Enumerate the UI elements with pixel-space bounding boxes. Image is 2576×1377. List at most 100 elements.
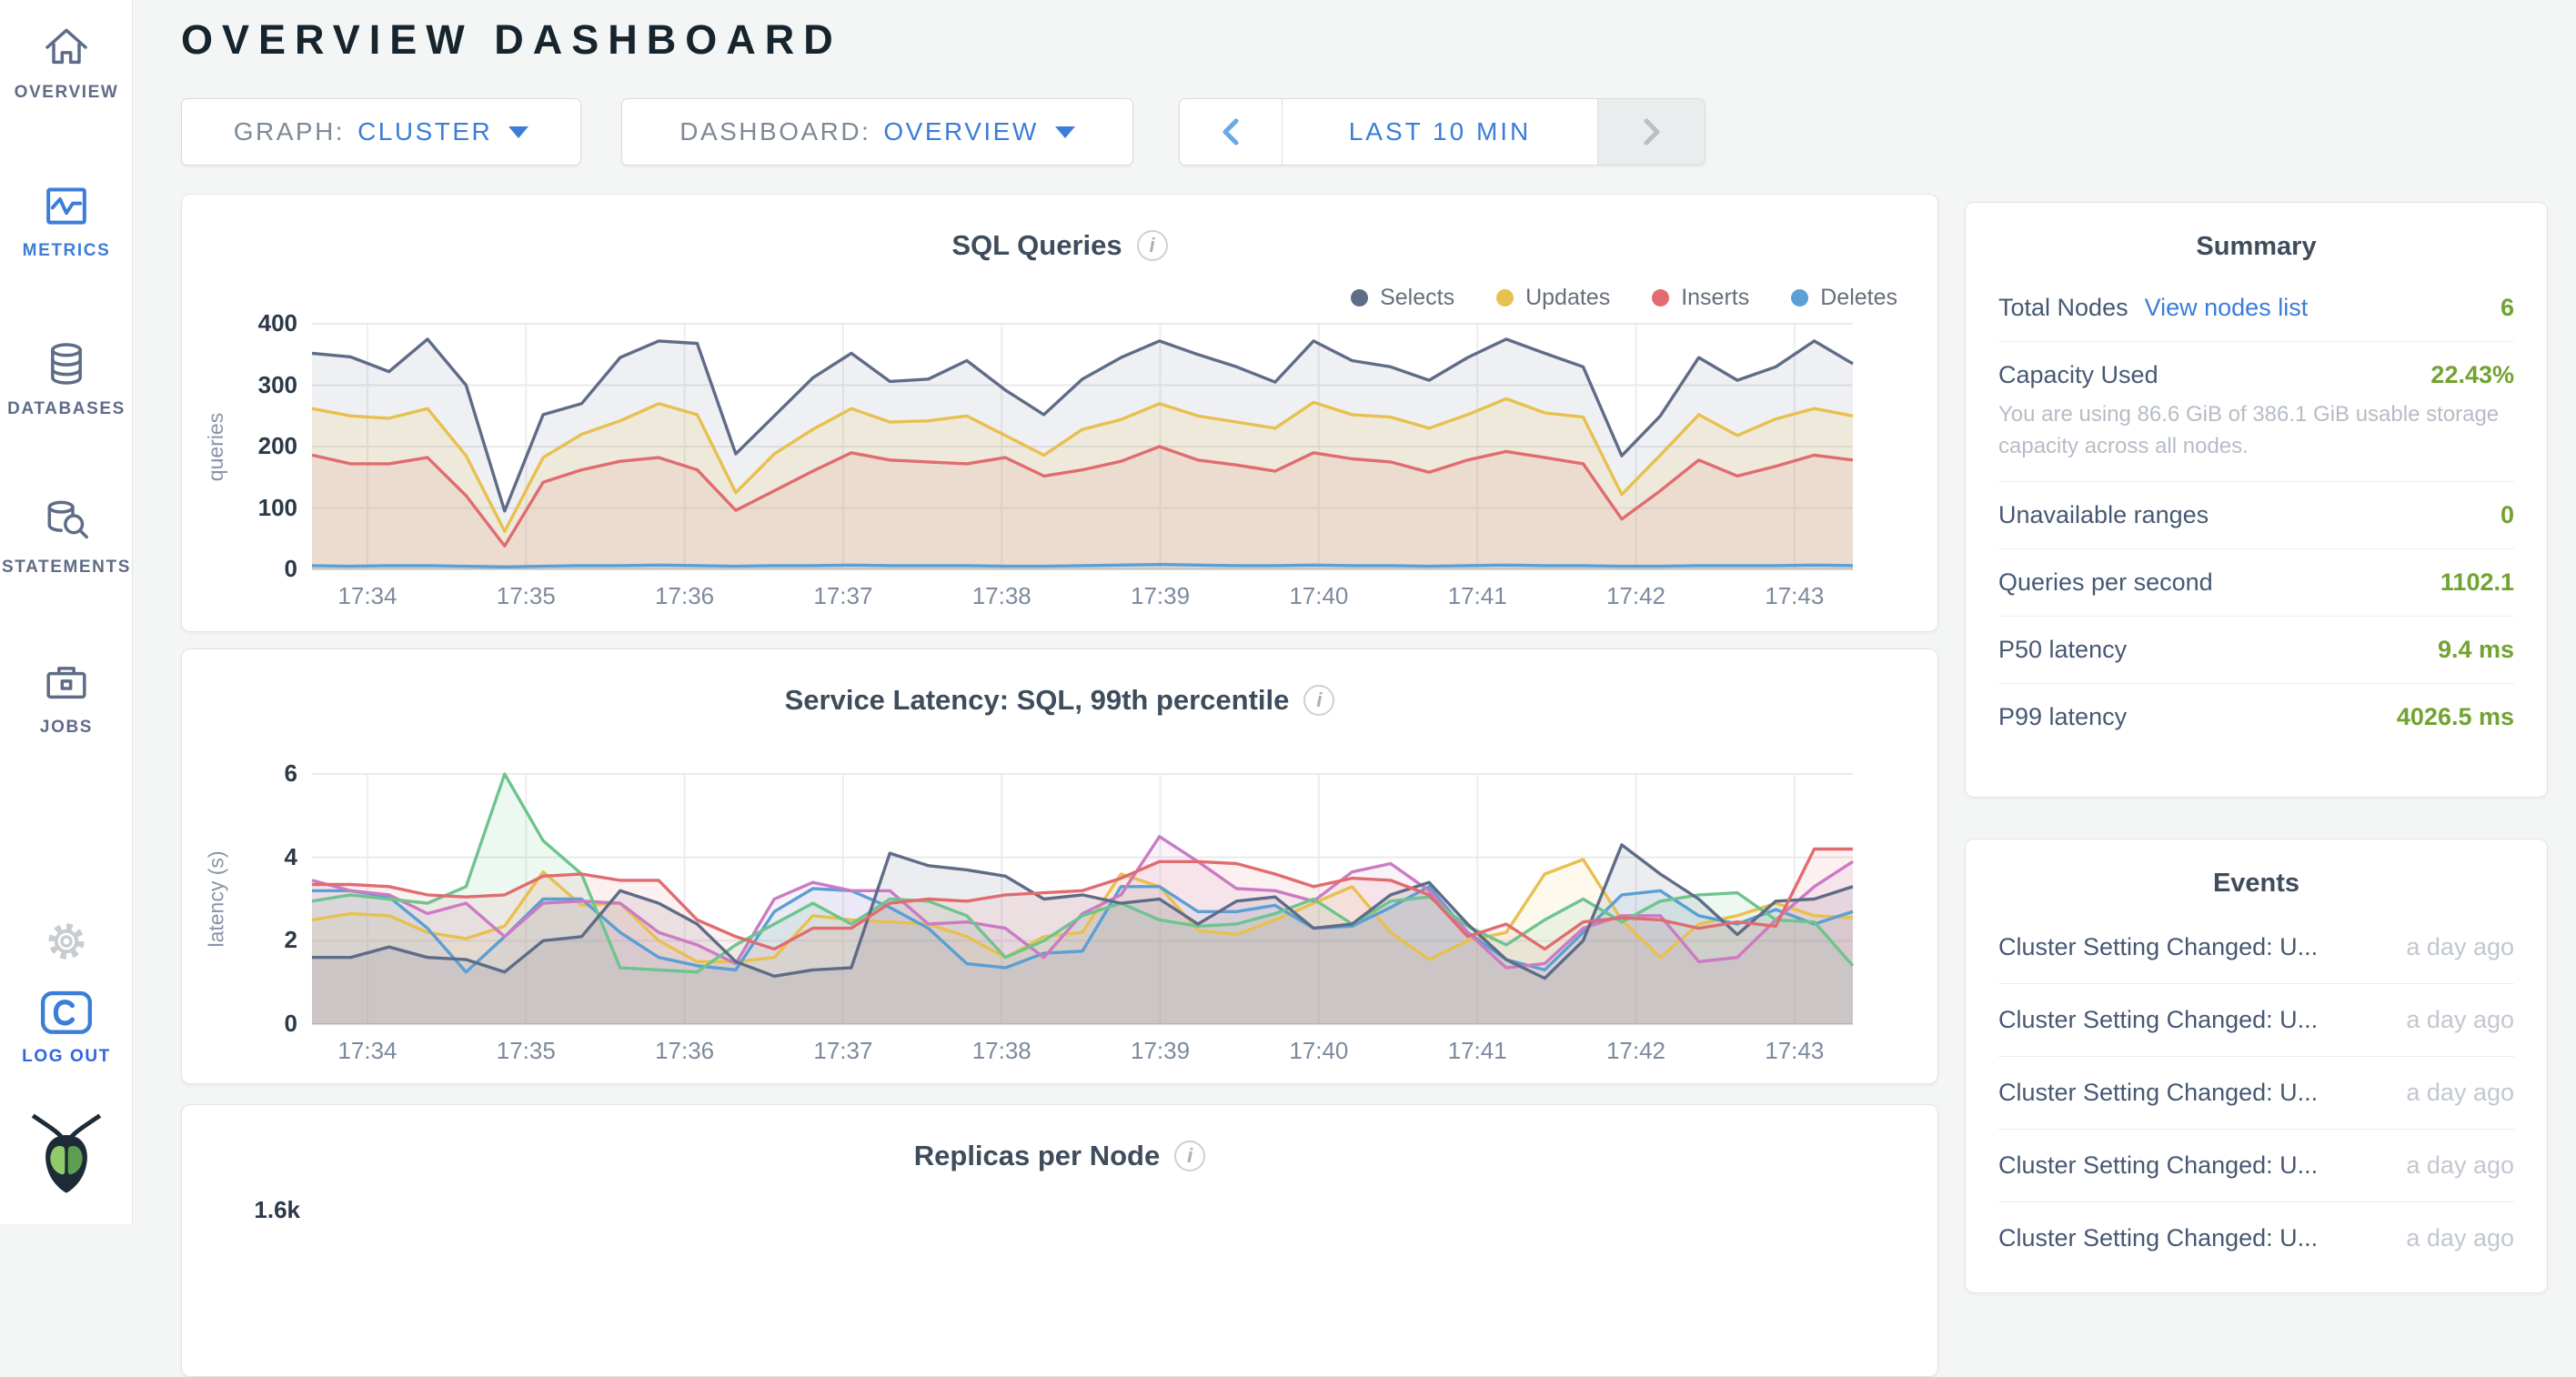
y-axis-label: 100 xyxy=(197,494,297,522)
sidebar-item-jobs[interactable]: JOBS xyxy=(0,657,133,738)
sidebar-logout[interactable]: LOG OUT xyxy=(0,990,133,1067)
event-row: Cluster Setting Changed: U...a day ago xyxy=(1998,911,2514,983)
info-icon[interactable]: i xyxy=(1303,685,1334,716)
summary-row-label: Capacity Used xyxy=(1998,361,2158,389)
legend-item[interactable]: Updates xyxy=(1496,285,1610,311)
legend-label: Deletes xyxy=(1820,285,1897,311)
info-icon[interactable]: i xyxy=(1137,230,1168,261)
x-axis-label: 17:42 xyxy=(1572,582,1699,610)
y-axis-label: 1.6k xyxy=(200,1196,300,1224)
event-title-link[interactable]: Cluster Setting Changed: U... xyxy=(1998,1151,2318,1180)
event-row: Cluster Setting Changed: U...a day ago xyxy=(1998,983,2514,1056)
events-panel: Events Cluster Setting Changed: U... a da… xyxy=(1965,839,2548,1293)
sql-queries-plot[interactable] xyxy=(312,324,1853,569)
summary-row-caption: You are using 86.6 GiB of 386.1 GiB usab… xyxy=(1998,398,2514,462)
legend-swatch xyxy=(1496,289,1514,307)
x-axis-label: 17:38 xyxy=(938,582,1065,610)
legend-item[interactable]: Selects xyxy=(1351,285,1454,311)
sidebar-item-label: METRICS xyxy=(0,241,133,261)
chart-title: Service Latency: SQL, 99th percentile xyxy=(785,684,1290,717)
summary-row: P50 latency 9.4 ms xyxy=(1998,616,2514,683)
time-next-button[interactable] xyxy=(1597,99,1705,165)
view-nodes-list-link[interactable]: View nodes list xyxy=(2145,294,2309,322)
time-window-label[interactable]: LAST 10 MIN xyxy=(1283,99,1597,165)
graph-dropdown-label: GRAPH: xyxy=(234,117,345,146)
summary-row-label: P50 latency xyxy=(1998,636,2127,664)
legend-item[interactable]: Inserts xyxy=(1652,285,1749,311)
legend-label: Selects xyxy=(1380,285,1454,311)
logout-icon xyxy=(38,990,95,1037)
x-axis-label: 17:37 xyxy=(780,1037,907,1065)
summary-row-value: 0 xyxy=(2501,501,2514,529)
service-latency-plot[interactable] xyxy=(312,774,1853,1024)
summary-row-label: Total Nodes xyxy=(1998,294,2128,322)
sidebar-logo[interactable] xyxy=(0,1111,133,1202)
home-icon xyxy=(41,22,92,73)
y-axis-label: 0 xyxy=(197,555,297,583)
time-prev-button[interactable] xyxy=(1180,99,1283,165)
dashboard-dropdown-value: OVERVIEW xyxy=(883,117,1038,146)
graph-dropdown-value: CLUSTER xyxy=(357,117,492,146)
summary-row-label: Unavailable ranges xyxy=(1998,501,2209,529)
graph-dropdown[interactable]: GRAPH: CLUSTER xyxy=(181,98,581,166)
event-title-link[interactable]: Cluster Setting Changed: U... xyxy=(1998,1224,2318,1252)
event-row: Cluster Setting Changed: U... a day ago xyxy=(1998,1056,2514,1129)
time-window-selector: LAST 10 MIN xyxy=(1179,98,1706,166)
sidebar-item-label: OVERVIEW xyxy=(0,83,133,103)
gear-icon xyxy=(42,917,91,966)
sidebar-item-databases[interactable]: DATABASES xyxy=(0,338,133,419)
event-row: Cluster Setting Changed: U... a day ago xyxy=(1998,1201,2514,1274)
series-line xyxy=(312,565,1853,568)
sidebar-item-label: DATABASES xyxy=(0,399,133,419)
summary-row-value: 22.43% xyxy=(2430,361,2514,389)
y-axis-label: 6 xyxy=(197,759,297,788)
x-axis-label: 17:42 xyxy=(1572,1037,1699,1065)
summary-row: P99 latency4026.5 ms xyxy=(1998,683,2514,750)
page-title: OVERVIEW DASHBOARD xyxy=(181,16,842,64)
x-axis-label: 17:37 xyxy=(780,582,907,610)
events-title: Events xyxy=(1966,839,2547,911)
summary-row-value: 4026.5 ms xyxy=(2397,703,2514,731)
chart-title: Replicas per Node xyxy=(914,1140,1160,1172)
legend-label: Inserts xyxy=(1681,285,1749,311)
event-title-link[interactable]: Cluster Setting Changed: U... xyxy=(1998,1006,2318,1034)
sql-queries-chart-card: SQL Queries i SelectsUpdatesInsertsDelet… xyxy=(181,194,1938,632)
dashboard-dropdown[interactable]: DASHBOARD: OVERVIEW xyxy=(621,98,1133,166)
sidebar-item-label: LOG OUT xyxy=(0,1047,133,1067)
x-axis-label: 17:39 xyxy=(1097,1037,1224,1065)
summary-row: Queries per second1102.1 xyxy=(1998,548,2514,616)
legend-swatch xyxy=(1652,289,1669,307)
sidebar-item-overview[interactable]: OVERVIEW xyxy=(0,22,133,103)
service-latency-chart-card: Service Latency: SQL, 99th percentile i … xyxy=(181,648,1938,1084)
sidebar-settings[interactable] xyxy=(0,917,133,970)
summary-row: Unavailable ranges 0 xyxy=(1998,481,2514,548)
sidebar: OVERVIEW METRICS DATABASES STATEMENTS xyxy=(0,0,133,1224)
legend-item[interactable]: Deletes xyxy=(1791,285,1897,311)
summary-row-value: 9.4 ms xyxy=(2438,636,2514,664)
info-icon[interactable]: i xyxy=(1174,1141,1205,1171)
summary-panel: Summary Total NodesView nodes list6Capac… xyxy=(1965,202,2548,798)
summary-row: Total NodesView nodes list6 xyxy=(1998,275,2514,341)
legend-label: Updates xyxy=(1525,285,1610,311)
event-timestamp: a day ago xyxy=(2406,1224,2514,1252)
event-title-link[interactable]: Cluster Setting Changed: U... xyxy=(1998,1079,2318,1107)
cockroach-logo xyxy=(25,1111,108,1198)
event-title-link[interactable]: Cluster Setting Changed: U... xyxy=(1998,933,2318,961)
x-axis-label: 17:40 xyxy=(1255,582,1383,610)
event-row: Cluster Setting Changed: U... a day ago xyxy=(1998,1129,2514,1201)
chevron-down-icon xyxy=(1055,126,1075,138)
event-timestamp: a day ago xyxy=(2406,1079,2514,1107)
x-axis-label: 17:39 xyxy=(1097,582,1224,610)
x-axis-label: 17:38 xyxy=(938,1037,1065,1065)
y-axis-label: 200 xyxy=(197,432,297,460)
replicas-per-node-chart-card: Replicas per Node i 1.6k xyxy=(181,1104,1938,1377)
databases-icon xyxy=(41,338,92,389)
sidebar-item-statements[interactable]: STATEMENTS xyxy=(0,497,133,578)
event-timestamp: a day ago xyxy=(2406,1151,2514,1180)
sidebar-item-metrics[interactable]: METRICS xyxy=(0,180,133,261)
x-axis-label: 17:35 xyxy=(462,1037,589,1065)
x-axis-label: 17:34 xyxy=(304,1037,431,1065)
x-axis-label: 17:41 xyxy=(1414,1037,1541,1065)
chart-legend: Selects Updates Inserts Deletes xyxy=(1351,285,1897,311)
x-axis-label: 17:43 xyxy=(1731,1037,1858,1065)
